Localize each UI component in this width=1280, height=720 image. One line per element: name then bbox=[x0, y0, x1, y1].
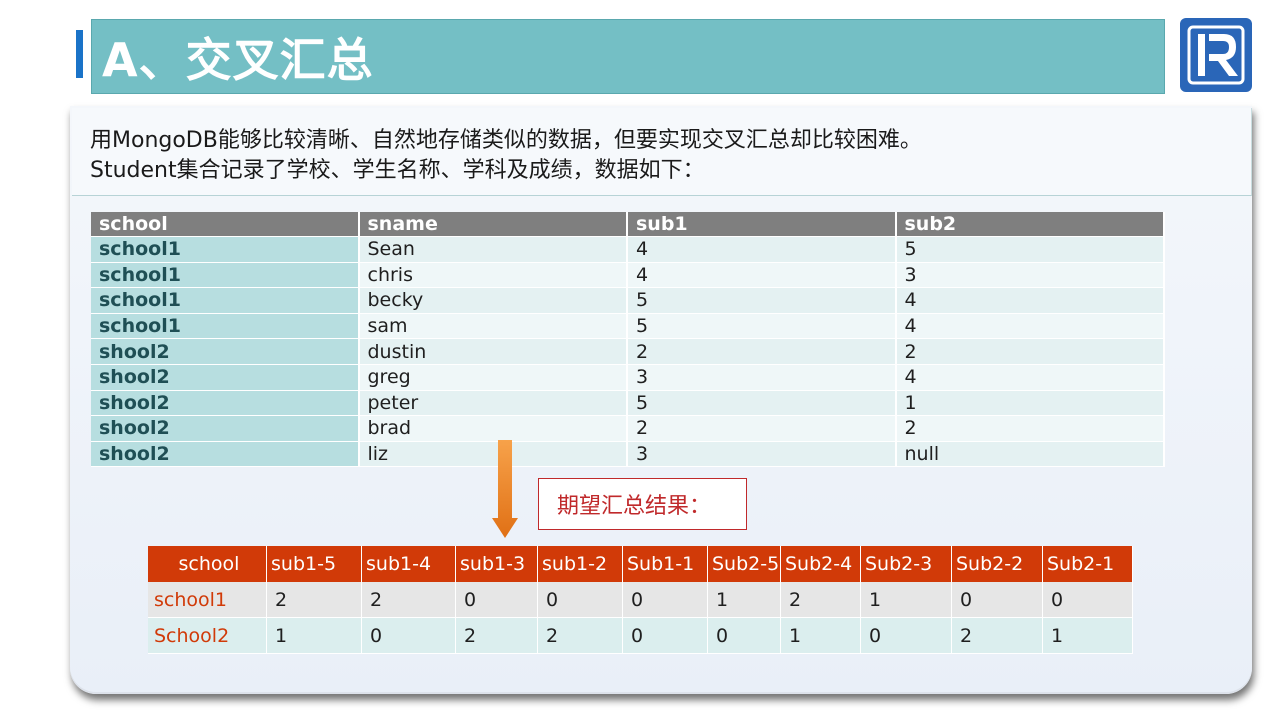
cell-sname: chris bbox=[359, 262, 628, 289]
result-header: sub1-4 bbox=[362, 546, 456, 582]
result-cell: 0 bbox=[623, 618, 708, 654]
cross-summary-result-table: school sub1-5 sub1-4 sub1-3 sub1-2 Sub1-… bbox=[148, 546, 1133, 654]
cell-sub1: 2 bbox=[628, 339, 897, 365]
cell-sname: sam bbox=[359, 313, 628, 340]
result-header: sub1-5 bbox=[267, 546, 362, 582]
header-sname: sname bbox=[359, 212, 628, 237]
header-sub2: sub2 bbox=[896, 212, 1165, 237]
cell-sub1: 5 bbox=[628, 288, 897, 314]
cell-sname: peter bbox=[359, 390, 628, 417]
result-cell: 2 bbox=[362, 582, 456, 618]
result-cell: 0 bbox=[952, 582, 1043, 618]
result-school-name: school1 bbox=[148, 582, 267, 618]
result-cell: 0 bbox=[1043, 582, 1133, 618]
result-cell: 1 bbox=[861, 582, 952, 618]
cell-school: shool2 bbox=[91, 441, 360, 468]
cell-school: shool2 bbox=[91, 390, 360, 417]
result-cell: 0 bbox=[538, 582, 623, 618]
table-row: shool2 brad 2 2 bbox=[91, 416, 1165, 442]
cell-sub1: 5 bbox=[628, 313, 897, 340]
table-row: school1 Sean 4 5 bbox=[91, 237, 1165, 263]
down-arrow-icon bbox=[492, 440, 518, 538]
result-school-name: School2 bbox=[148, 618, 267, 654]
table-row: shool2 liz 3 null bbox=[91, 441, 1165, 468]
cell-school: school1 bbox=[91, 313, 360, 340]
result-header: Sub2-1 bbox=[1043, 546, 1133, 582]
cell-sub1: 3 bbox=[628, 364, 897, 391]
table-row: school1 becky 5 4 bbox=[91, 288, 1165, 314]
cell-sub1: 5 bbox=[628, 390, 897, 417]
header-school: school bbox=[91, 212, 360, 237]
expected-result-label: 期望汇总结果： bbox=[538, 478, 747, 530]
cell-school: school1 bbox=[91, 237, 360, 263]
table-row: School2 1 0 2 2 0 0 1 0 2 1 bbox=[148, 618, 1133, 654]
intro-line-1: 用MongoDB能够比较清晰、自然地存储类似的数据，但要实现交叉汇总却比较困难。 bbox=[90, 128, 922, 153]
table-row: school1 2 2 0 0 0 1 2 1 0 0 bbox=[148, 582, 1133, 618]
result-cell: 2 bbox=[781, 582, 861, 618]
cell-school: school1 bbox=[91, 262, 360, 289]
result-cell: 2 bbox=[538, 618, 623, 654]
cell-sub2: 3 bbox=[896, 262, 1165, 289]
result-header: Sub2-2 bbox=[952, 546, 1043, 582]
cell-sname: greg bbox=[359, 364, 628, 391]
cell-school: shool2 bbox=[91, 364, 360, 391]
result-cell: 0 bbox=[708, 618, 781, 654]
result-cell: 2 bbox=[952, 618, 1043, 654]
result-cell: 2 bbox=[456, 618, 538, 654]
result-header: sub1-3 bbox=[456, 546, 538, 582]
logo-svg bbox=[1187, 25, 1245, 85]
cell-sub2: 4 bbox=[896, 313, 1165, 340]
result-header: Sub2-5 bbox=[708, 546, 781, 582]
title-accent-bar bbox=[76, 30, 83, 78]
cell-school: shool2 bbox=[91, 339, 360, 365]
table-row: school1 chris 4 3 bbox=[91, 262, 1165, 289]
cell-sub2: 5 bbox=[896, 237, 1165, 263]
table-row: shool2 peter 5 1 bbox=[91, 390, 1165, 417]
runqian-r-logo-icon bbox=[1180, 18, 1252, 92]
cell-sub1: 4 bbox=[628, 262, 897, 289]
cell-sub2: 2 bbox=[896, 339, 1165, 365]
result-cell: 2 bbox=[267, 582, 362, 618]
table-row: shool2 dustin 2 2 bbox=[91, 339, 1165, 365]
result-cell: 0 bbox=[623, 582, 708, 618]
cell-sub2: null bbox=[896, 441, 1165, 468]
cell-sname: becky bbox=[359, 288, 628, 314]
result-cell: 1 bbox=[708, 582, 781, 618]
result-cell: 1 bbox=[267, 618, 362, 654]
result-cell: 0 bbox=[456, 582, 538, 618]
title-banner: A、交叉汇总 bbox=[91, 19, 1165, 94]
cell-sub1: 4 bbox=[628, 237, 897, 263]
result-header: Sub2-3 bbox=[861, 546, 952, 582]
cell-sub2: 4 bbox=[896, 364, 1165, 391]
result-table-header-row: school sub1-5 sub1-4 sub1-3 sub1-2 Sub1-… bbox=[148, 546, 1133, 582]
slide-title: A、交叉汇总 bbox=[102, 32, 374, 87]
cell-sub1: 3 bbox=[628, 441, 897, 468]
cell-sname: brad bbox=[359, 416, 628, 442]
result-header: sub1-2 bbox=[538, 546, 623, 582]
header-sub1: sub1 bbox=[628, 212, 897, 237]
cell-sub2: 2 bbox=[896, 416, 1165, 442]
result-cell: 1 bbox=[1043, 618, 1133, 654]
source-table-header-row: school sname sub1 sub2 bbox=[91, 212, 1165, 237]
cell-sub2: 4 bbox=[896, 288, 1165, 314]
result-cell: 0 bbox=[362, 618, 456, 654]
intro-line-2: Student集合记录了学校、学生名称、学科及成绩，数据如下： bbox=[90, 158, 705, 183]
result-cell: 0 bbox=[861, 618, 952, 654]
result-header-school: school bbox=[148, 546, 267, 582]
table-row: shool2 greg 3 4 bbox=[91, 364, 1165, 391]
result-cell: 1 bbox=[781, 618, 861, 654]
result-header: Sub1-1 bbox=[623, 546, 708, 582]
cell-sname: dustin bbox=[359, 339, 628, 365]
cell-sub1: 2 bbox=[628, 416, 897, 442]
cell-school: shool2 bbox=[91, 416, 360, 442]
result-header: Sub2-4 bbox=[781, 546, 861, 582]
cell-sname: Sean bbox=[359, 237, 628, 263]
cell-sub2: 1 bbox=[896, 390, 1165, 417]
cell-school: school1 bbox=[91, 288, 360, 314]
student-source-table: school sname sub1 sub2 school1 Sean 4 5 … bbox=[91, 212, 1165, 468]
intro-text-box: 用MongoDB能够比较清晰、自然地存储类似的数据，但要实现交叉汇总却比较困难。… bbox=[72, 108, 1252, 196]
table-row: school1 sam 5 4 bbox=[91, 313, 1165, 340]
